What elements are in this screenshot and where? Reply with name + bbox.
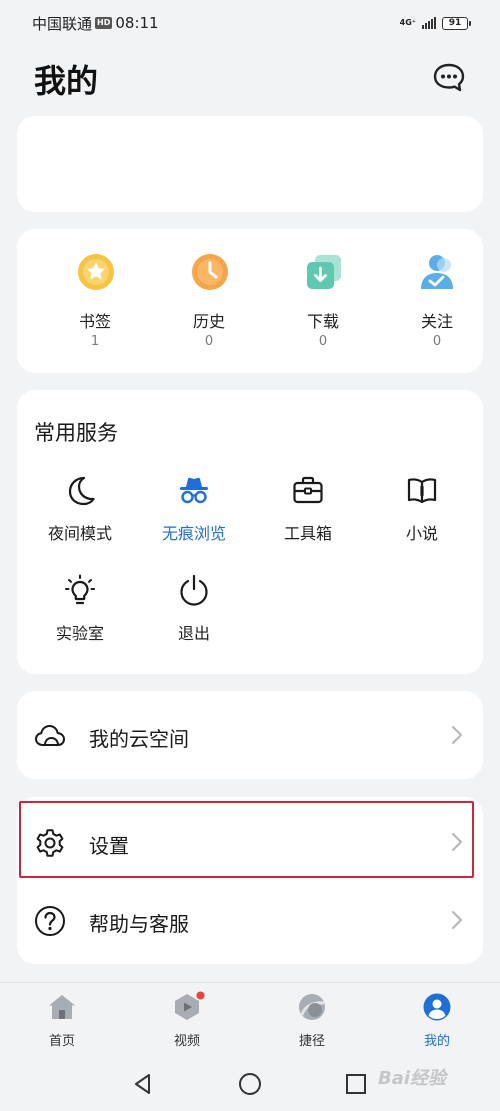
back-icon[interactable] [132, 1073, 154, 1095]
status-left: 中国联通 HD 08:11 [32, 13, 159, 34]
message-icon[interactable] [432, 62, 466, 94]
profile-icon [423, 993, 451, 1021]
bottom-nav: 首页 视频 捷径 我的 [0, 982, 500, 1052]
recents-icon[interactable] [345, 1073, 367, 1095]
service-label: 工具箱 [283, 524, 332, 543]
moon-icon [68, 476, 95, 506]
nav-label: 首页 [48, 1034, 75, 1049]
row-label: 我的云空间 [89, 727, 189, 751]
book-icon [407, 478, 437, 504]
history-clock-icon [192, 254, 228, 290]
cloud-icon [35, 725, 65, 746]
hd-badge: HD [95, 17, 113, 29]
stat-label: 关注 [420, 312, 453, 331]
service-label: 夜间模式 [47, 524, 112, 543]
download-icon [307, 255, 341, 289]
stat-label: 书签 [78, 312, 111, 331]
follow-person-icon [421, 255, 453, 289]
toolbox-icon [293, 476, 323, 504]
signal-icon [422, 17, 436, 29]
profile-card[interactable] [17, 116, 483, 212]
nav-label: 我的 [423, 1034, 450, 1049]
clock-time: 08:11 [115, 14, 159, 32]
services-title: 常用服务 [34, 421, 118, 445]
stat-label: 下载 [306, 312, 339, 331]
chevron-right-icon [452, 911, 462, 929]
row-label: 帮助与客服 [89, 912, 189, 936]
stat-count: 0 [432, 334, 442, 349]
status-bar: 中国联通 HD 08:11 4G⁺ 91 [0, 0, 500, 46]
home-button-icon[interactable] [238, 1072, 262, 1096]
lightbulb-icon [65, 574, 95, 605]
stat-count: 0 [318, 334, 328, 349]
cloud-card: 我的云空间 [17, 691, 483, 779]
stats-card: 书签 1 历史 0 下载 0 关注 0 [17, 229, 483, 373]
stat-count: 0 [204, 334, 214, 349]
status-right: 4G⁺ 91 [399, 16, 471, 30]
nav-label: 捷径 [298, 1034, 325, 1049]
stat-count: 1 [90, 334, 100, 349]
bookmark-star-icon [78, 254, 114, 290]
battery-icon: 91 [442, 16, 471, 30]
chevron-right-icon [452, 726, 462, 744]
service-label: 小说 [405, 524, 438, 543]
nav-label: 视频 [173, 1034, 200, 1049]
stat-label: 历史 [192, 312, 225, 331]
service-label: 实验室 [55, 624, 104, 643]
carrier-name: 中国联通 [32, 14, 93, 33]
help-icon [35, 906, 65, 936]
home-icon [49, 995, 75, 1019]
power-icon [180, 574, 208, 606]
network-type: 4G⁺ [399, 18, 416, 27]
row-help[interactable]: 帮助与客服 [17, 881, 483, 959]
settings-highlight-box [19, 801, 474, 878]
notification-dot-icon [196, 991, 205, 1000]
service-label: 无痕浏览 [161, 524, 226, 543]
incognito-icon [180, 477, 208, 504]
row-my-cloud[interactable]: 我的云空间 [17, 696, 483, 774]
shortcut-icon [299, 994, 325, 1020]
service-label: 退出 [177, 624, 210, 643]
services-card: 常用服务 夜间模式 无痕浏览 工具箱 小说 实验室 退出 [17, 390, 483, 674]
watermark-text: Bai经验 [378, 1068, 447, 1089]
page-title: 我的 [34, 62, 99, 100]
